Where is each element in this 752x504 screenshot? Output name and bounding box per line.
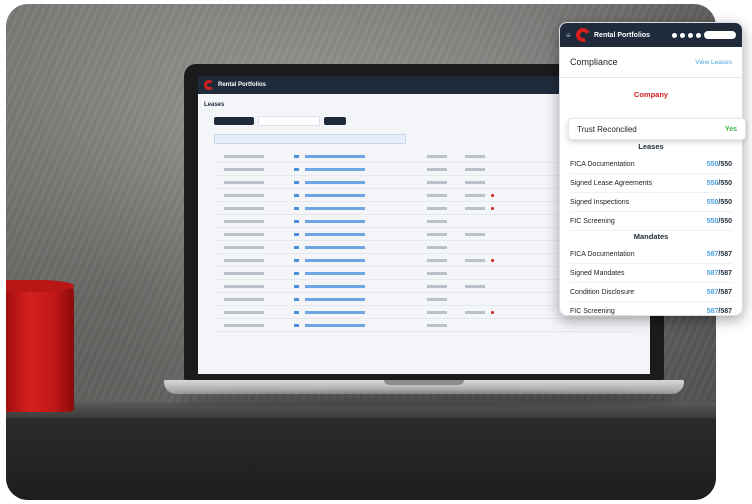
laptop-active-filter — [214, 134, 406, 144]
list-item-label: Signed Inspections — [570, 198, 630, 206]
list-item-count: 550/550 — [706, 198, 732, 206]
list-item-count: 587/587 — [706, 288, 732, 296]
card-header: ≡ Rental Portfolios — [560, 23, 742, 47]
laptop-search-button — [324, 117, 346, 125]
list-item-label: Condition Disclosure — [570, 288, 635, 296]
compliance-header: Compliance View Leases — [560, 47, 742, 78]
laptop-shadow — [176, 394, 676, 404]
laptop-notch — [384, 380, 464, 385]
shelf-top — [6, 402, 716, 418]
list-item-label: FICA Documentation — [570, 160, 635, 168]
laptop-portfolio-dropdown — [214, 117, 254, 125]
list-item-count: 587/587 — [706, 269, 732, 277]
company-section-label: Company — [633, 90, 669, 99]
leases-heading: Leases — [638, 142, 664, 151]
list-item: Signed Lease Agreements 550/550 — [570, 174, 732, 193]
trust-reconciled-value: Yes — [724, 125, 737, 133]
red-cup-rim — [6, 280, 74, 292]
menu-icon[interactable]: ≡ — [566, 31, 572, 40]
laptop-base — [164, 380, 684, 394]
list-item-count: 550/550 — [706, 160, 732, 168]
laptop-app-title: Rental Portfolios — [218, 82, 267, 88]
status-dot-icon — [688, 32, 693, 38]
compliance-card: ≡ Rental Portfolios Compliance View Leas… — [559, 22, 743, 316]
list-item-label: FIC Screening — [570, 217, 615, 225]
list-item-label: Signed Mandates — [570, 269, 625, 277]
trust-reconciled-label: Trust Reconciled — [577, 124, 637, 134]
table-row — [214, 319, 634, 332]
brand-logo-icon — [574, 26, 592, 44]
trust-reconciled-row: Trust Reconciled Yes — [568, 118, 746, 140]
list-item-count: 587/587 — [706, 307, 732, 315]
list-item: Signed Inspections 550/550 — [570, 193, 732, 212]
header-status-indicators — [672, 31, 736, 39]
status-dot-icon — [680, 32, 685, 38]
compliance-title: Compliance — [570, 57, 618, 67]
list-item: Signed Mandates 587/587 — [570, 264, 732, 283]
list-item: FICA Documentation 550/550 — [570, 155, 732, 174]
list-item-count: 550/550 — [706, 217, 732, 225]
red-cup — [6, 280, 74, 412]
status-dot-icon — [672, 32, 677, 38]
list-item: Condition Disclosure 587/587 — [570, 283, 732, 302]
status-dot-icon — [696, 32, 701, 38]
list-item: FIC Screening 587/587 — [570, 302, 732, 315]
list-item: FICA Documentation 587/587 — [570, 245, 732, 264]
mandates-section: Mandates FICA Documentation 587/587 Sign… — [560, 229, 742, 315]
card-app-title: Rental Portfolios — [594, 31, 651, 39]
list-item-count: 587/587 — [706, 250, 732, 258]
list-item-label: FIC Screening — [570, 307, 615, 315]
leases-section: Leases FICA Documentation 550/550 Signed… — [560, 139, 742, 231]
view-leases-link[interactable]: View Leases — [695, 59, 732, 66]
status-pill-icon — [704, 31, 736, 39]
shelf-front — [6, 418, 716, 500]
laptop-logo-icon — [204, 80, 214, 90]
list-item-label: Signed Lease Agreements — [570, 179, 653, 187]
mandates-heading: Mandates — [633, 232, 669, 241]
list-item-count: 550/550 — [706, 179, 732, 187]
laptop-search-input — [258, 116, 320, 126]
list-item-label: FICA Documentation — [570, 250, 635, 258]
mandates-list: FICA Documentation 587/587 Signed Mandat… — [560, 245, 742, 315]
leases-list: FICA Documentation 550/550 Signed Lease … — [560, 155, 742, 231]
